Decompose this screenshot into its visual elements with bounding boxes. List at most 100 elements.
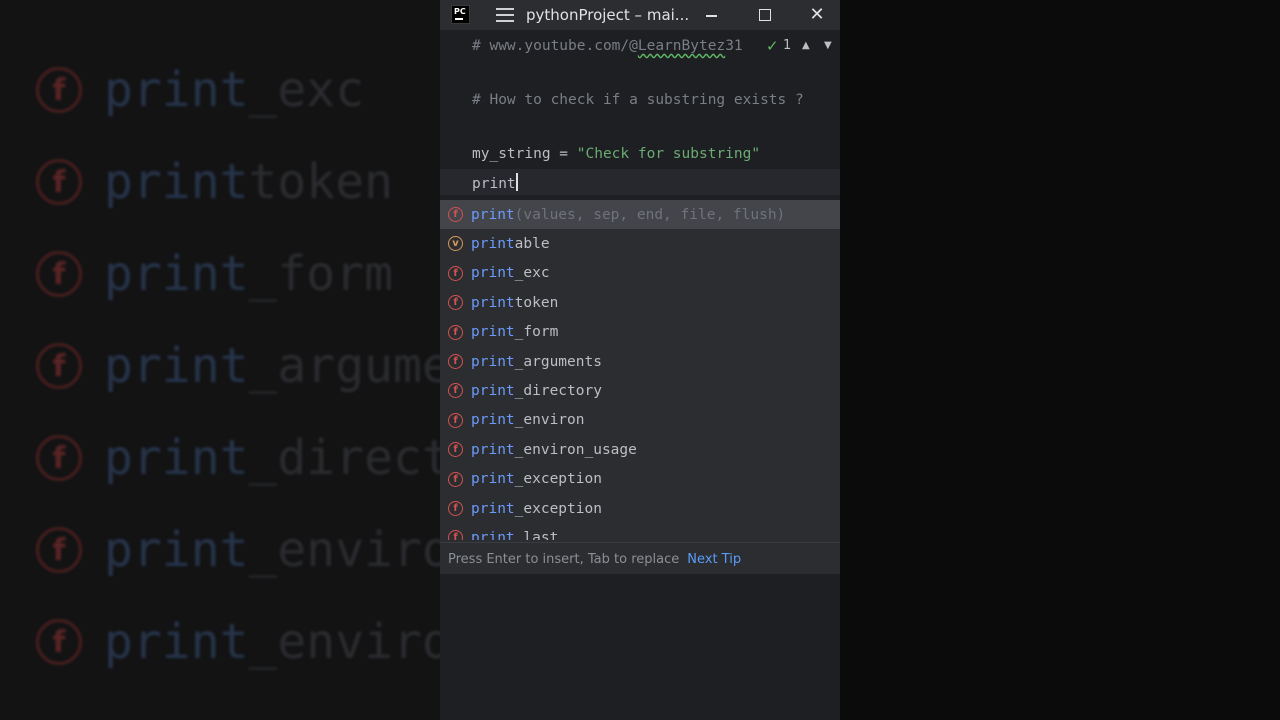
background-item: f print_argume <box>36 326 440 406</box>
close-button[interactable]: ✕ <box>806 4 828 26</box>
function-kind-icon: f <box>36 67 82 113</box>
completion-suffix: _argume <box>248 338 441 394</box>
background-item-label: print_exc <box>104 62 364 118</box>
background-right <box>840 0 1280 720</box>
matched-prefix: print <box>104 430 249 486</box>
url-comment-suffix: 31 <box>725 38 743 54</box>
completion-item[interactable]: f print_exception <box>440 465 840 494</box>
matched-prefix: print <box>104 522 249 578</box>
matched-prefix: print <box>471 265 515 282</box>
matched-prefix: print <box>104 246 249 302</box>
inspection-ok-icon[interactable]: ✓ <box>766 37 779 55</box>
completion-suffix: _exc <box>248 62 365 118</box>
code-line-5: my_string = "Check for substring" <box>472 146 760 166</box>
completion-item-label: print_environ <box>471 412 585 428</box>
background-item-label: printtoken <box>104 154 393 210</box>
matched-prefix: print <box>471 529 515 540</box>
completion-item[interactable]: f printtoken <box>440 288 840 317</box>
completion-item-label: print_directory <box>471 383 602 399</box>
editor-empty-area[interactable] <box>440 574 840 720</box>
completion-suffix: _directory <box>514 382 602 399</box>
function-kind-icon: f <box>448 324 463 340</box>
project-title[interactable]: pythonProject – mai... <box>526 6 689 24</box>
completion-suffix: _environ_usage <box>514 441 637 458</box>
completion-item[interactable]: f print_last <box>440 523 840 540</box>
completion-suffix: _environ <box>514 412 585 429</box>
completion-item-label: print_arguments <box>471 354 602 370</box>
function-kind-icon: f <box>448 501 463 516</box>
pycharm-logo-icon[interactable]: PC <box>451 5 470 24</box>
background-item: f print_enviro <box>36 510 440 590</box>
completion-item-label: print_last <box>471 530 558 540</box>
completion-item[interactable]: f print(values, sep, end, file, flush) <box>440 200 840 229</box>
code-editor[interactable]: # www.youtube.com/@LearnBytez31 ✓ 1 ▲ ▼ … <box>440 30 840 200</box>
background-item-label: print_argume <box>104 338 440 394</box>
background-item: f print_enviro <box>36 602 440 682</box>
completion-item-label: print_exception <box>471 471 602 487</box>
function-kind-icon: f <box>36 159 82 205</box>
previous-highlight-icon[interactable]: ▲ <box>802 40 810 51</box>
completion-item[interactable]: f print_exception <box>440 494 840 523</box>
background-item: f print_direct <box>36 418 440 498</box>
ide-window: PC pythonProject – mai... ✕ # www.youtub… <box>440 0 840 720</box>
matched-prefix: print <box>471 294 515 311</box>
completion-suffix: able <box>514 235 550 252</box>
completion-item[interactable]: f print_form <box>440 318 840 347</box>
minimize-button[interactable] <box>700 4 722 26</box>
function-kind-icon: f <box>448 412 463 428</box>
completion-item[interactable]: f print_exc <box>440 259 840 288</box>
completion-suffix: _direct <box>248 430 441 486</box>
background-zoom-left: f print_exc f printtoken f print_form f print_a… <box>0 0 440 720</box>
next-tip-link[interactable]: Next Tip <box>687 552 741 567</box>
completion-popup: f print(values, sep, end, file, flush) v pr… <box>440 200 840 574</box>
function-kind-icon: f <box>36 435 82 481</box>
completion-suffix: _last <box>514 529 559 540</box>
background-item-label: print_enviro <box>104 614 440 670</box>
main-menu-icon[interactable] <box>496 8 514 22</box>
background-item-label: print_enviro <box>104 522 440 578</box>
completion-item-label: print_exc <box>471 265 550 281</box>
completion-item[interactable]: v printable <box>440 229 840 258</box>
function-kind-icon: f <box>448 442 463 458</box>
assign-string: "Check for substring" <box>576 146 761 162</box>
completion-suffix: _exc <box>514 265 550 282</box>
app-icon-bar <box>455 18 463 20</box>
background-item-label: print_direct <box>104 430 440 486</box>
inspection-count[interactable]: 1 <box>783 38 791 53</box>
menu-line <box>496 8 514 10</box>
function-kind-icon: f <box>448 295 463 311</box>
background-item: f print_exc <box>36 50 364 130</box>
matched-prefix: print <box>471 500 515 517</box>
next-highlight-icon[interactable]: ▼ <box>824 40 832 51</box>
function-kind-icon: f <box>448 471 463 487</box>
matched-prefix: print <box>471 206 515 223</box>
completion-item[interactable]: f print_arguments <box>440 347 840 376</box>
completion-suffix: _form <box>514 324 559 341</box>
parameter-signature: (values, sep, end, file, flush) <box>514 206 786 223</box>
completion-item-label: print_exception <box>471 501 602 517</box>
hint-text: Press Enter to insert, Tab to replace <box>448 551 680 567</box>
completion-suffix: _arguments <box>514 353 602 370</box>
completion-item[interactable]: f print_environ <box>440 406 840 435</box>
completion-suffix: _enviro <box>248 522 441 578</box>
completion-item[interactable]: f print_directory <box>440 376 840 405</box>
completion-item[interactable]: f print_environ_usage <box>440 435 840 464</box>
completion-suffix: _enviro <box>248 614 441 670</box>
matched-prefix: print <box>471 382 515 399</box>
matched-prefix: print <box>471 324 515 341</box>
function-kind-icon: f <box>448 207 463 222</box>
matched-prefix: print <box>104 338 249 394</box>
maximize-button[interactable] <box>753 4 775 26</box>
completion-item-label: printtoken <box>471 295 558 311</box>
matched-prefix: print <box>471 353 515 370</box>
completion-item-label: printable <box>471 236 550 252</box>
completion-item-label: print_environ_usage <box>471 442 637 458</box>
code-line-3: # How to check if a substring exists ? <box>472 92 804 108</box>
completion-suffix: token <box>514 294 559 311</box>
url-comment-prefix: # www.youtube.com/@ <box>472 38 638 54</box>
menu-line <box>496 14 514 16</box>
completion-list: f print(values, sep, end, file, flush) v pr… <box>440 200 840 540</box>
app-icon-text: PC <box>454 7 466 16</box>
function-kind-icon: f <box>36 619 82 665</box>
url-comment-handle: LearnBytez <box>637 38 726 54</box>
